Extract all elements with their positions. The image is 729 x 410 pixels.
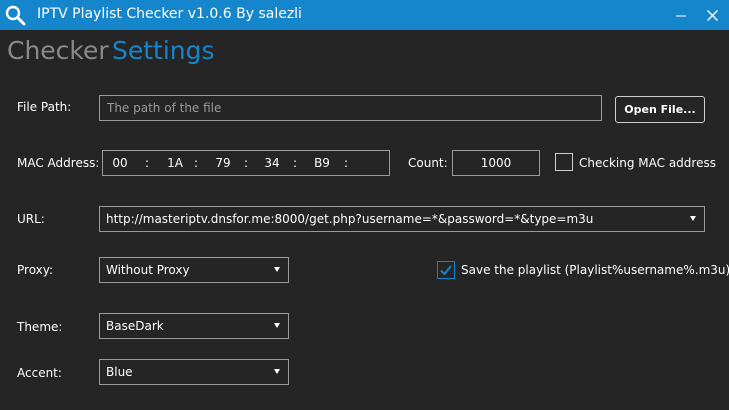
mac-separator: : bbox=[344, 156, 349, 170]
mac-segment-3[interactable]: 79 bbox=[211, 156, 235, 170]
theme-value: BaseDark bbox=[106, 319, 164, 333]
close-icon bbox=[706, 9, 718, 21]
caret-down-icon bbox=[690, 216, 696, 221]
tab-checker[interactable]: Checker bbox=[7, 36, 109, 65]
minimize-button[interactable] bbox=[664, 0, 698, 30]
mac-segment-5[interactable]: B9 bbox=[310, 156, 334, 170]
theme-dropdown[interactable]: BaseDark bbox=[99, 313, 289, 339]
count-label: Count: bbox=[408, 156, 448, 170]
checking-mac-checkbox[interactable] bbox=[555, 153, 573, 171]
file-path-label: File Path: bbox=[17, 100, 72, 114]
search-icon bbox=[5, 5, 26, 26]
mac-separator: : bbox=[145, 156, 150, 170]
caret-down-icon bbox=[274, 267, 280, 272]
close-button[interactable] bbox=[695, 0, 729, 30]
window-title: IPTV Playlist Checker v1.0.6 By salezli bbox=[37, 6, 302, 22]
proxy-dropdown[interactable]: Without Proxy bbox=[99, 257, 289, 283]
title-bar[interactable]: IPTV Playlist Checker v1.0.6 By salezli bbox=[0, 0, 729, 30]
caret-down-icon bbox=[274, 323, 280, 328]
mac-address-label: MAC Address: bbox=[17, 156, 100, 170]
accent-label: Accent: bbox=[17, 366, 62, 380]
accent-value: Blue bbox=[106, 365, 133, 379]
mac-segment-1[interactable]: 00 bbox=[108, 156, 132, 170]
open-file-button[interactable]: Open File... bbox=[615, 96, 705, 123]
proxy-value: Without Proxy bbox=[106, 263, 190, 277]
theme-label: Theme: bbox=[17, 320, 63, 334]
tab-settings[interactable]: Settings bbox=[112, 36, 215, 65]
mac-separator: : bbox=[293, 156, 298, 170]
checkmark-icon bbox=[440, 265, 452, 276]
url-value: http://masteriptv.dnsfor.me:8000/get.php… bbox=[106, 212, 594, 226]
accent-dropdown[interactable]: Blue bbox=[99, 359, 289, 385]
count-input[interactable]: 1000 bbox=[452, 150, 540, 176]
checking-mac-label[interactable]: Checking MAC address bbox=[579, 156, 716, 170]
mac-separator: : bbox=[194, 156, 199, 170]
save-playlist-checkbox[interactable] bbox=[437, 261, 455, 279]
url-label: URL: bbox=[17, 212, 45, 226]
caret-down-icon bbox=[274, 369, 280, 374]
mac-address-input[interactable]: 00 : 1A : 79 : 34 : B9 : bbox=[102, 150, 390, 176]
count-value: 1000 bbox=[480, 156, 512, 170]
url-combobox[interactable]: http://masteriptv.dnsfor.me:8000/get.php… bbox=[99, 206, 705, 232]
minimize-icon bbox=[676, 15, 686, 17]
file-path-placeholder: The path of the file bbox=[107, 101, 222, 115]
save-playlist-label[interactable]: Save the playlist (Playlist%username%.m3… bbox=[461, 263, 729, 277]
file-path-input[interactable]: The path of the file bbox=[99, 95, 602, 121]
mac-separator: : bbox=[244, 156, 249, 170]
mac-segment-2[interactable]: 1A bbox=[163, 156, 187, 170]
mac-segment-4[interactable]: 34 bbox=[260, 156, 284, 170]
proxy-label: Proxy: bbox=[17, 263, 54, 277]
